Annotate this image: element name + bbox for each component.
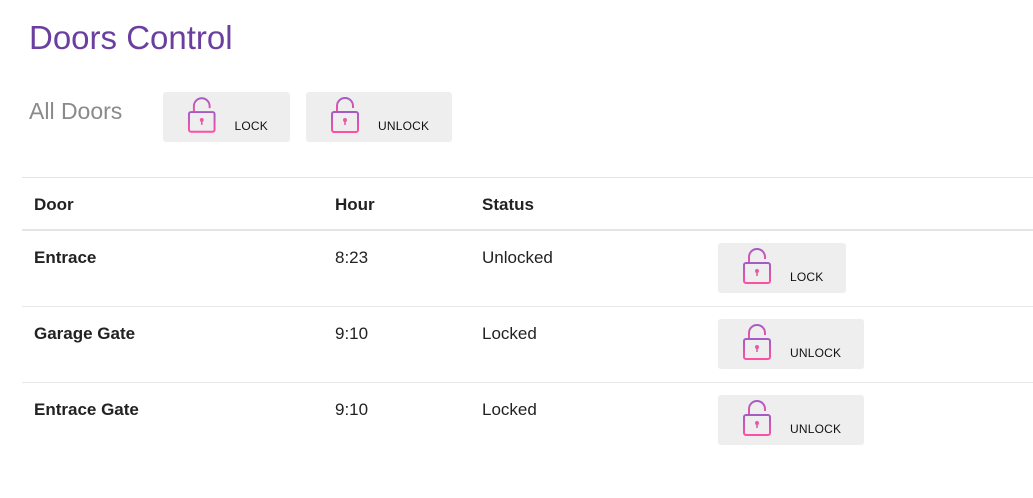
unlock-all-button[interactable]: UNLOCK (306, 92, 452, 142)
unlock-door-button[interactable]: UNLOCK (718, 319, 864, 369)
doors-table: Door Hour Status Entrace 8:23 Unlocked L… (22, 177, 1033, 459)
door-status: Locked (482, 400, 537, 419)
padlock-icon (331, 97, 359, 133)
door-status: Locked (482, 324, 537, 343)
table-header: Door Hour Status (22, 178, 1033, 231)
door-name: Garage Gate (34, 324, 136, 343)
page-title: Doors Control (29, 19, 233, 56)
column-header-hour: Hour (335, 195, 375, 214)
door-status: Unlocked (482, 248, 553, 267)
table-row: Garage Gate 9:10 Locked UNLOCK (22, 307, 1033, 383)
unlock-door-label: UNLOCK (790, 422, 842, 436)
padlock-icon (743, 324, 771, 360)
unlock-all-label: UNLOCK (378, 119, 430, 133)
table-row: Entrace 8:23 Unlocked LOCK (22, 231, 1033, 307)
door-hour: 8:23 (335, 248, 369, 267)
lock-all-label: LOCK (234, 119, 268, 133)
column-header-door: Door (34, 195, 74, 214)
table-row: Entrace Gate 9:10 Locked UNLOCK (22, 383, 1033, 459)
column-header-status: Status (482, 195, 534, 214)
all-doors-controls: All Doors LOCK UNLOCK (29, 92, 452, 144)
unlock-door-button[interactable]: UNLOCK (718, 395, 864, 445)
door-hour: 9:10 (335, 324, 369, 343)
door-name: Entrace (34, 248, 97, 267)
padlock-icon (743, 248, 771, 284)
lock-door-button[interactable]: LOCK (718, 243, 846, 293)
padlock-icon (187, 97, 216, 133)
padlock-icon (743, 400, 771, 436)
doors-control-page: Doors Control All Doors LOCK UNLOCK Door… (0, 0, 1033, 498)
door-name: Entrace Gate (34, 400, 139, 419)
unlock-door-label: UNLOCK (790, 346, 842, 360)
lock-all-button[interactable]: LOCK (163, 92, 290, 142)
lock-door-label: LOCK (790, 270, 824, 284)
all-doors-label: All Doors (29, 98, 123, 124)
door-hour: 9:10 (335, 400, 369, 419)
